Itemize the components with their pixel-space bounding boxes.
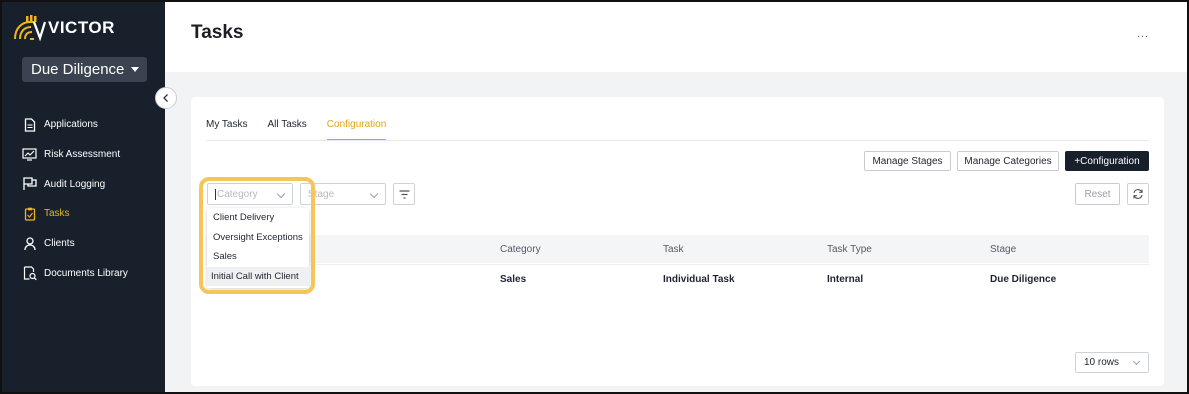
document-search-icon [22,266,37,281]
refresh-button[interactable] [1127,183,1149,205]
stage-filter-placeholder: Stage [308,188,335,200]
stage-filter-select[interactable]: Stage [300,183,386,205]
chevron-down-icon [369,189,379,199]
sidebar-item-audit-logging[interactable]: Audit Logging [2,169,165,199]
rows-per-page-value: 10 rows [1084,357,1120,368]
sidebar-item-clients[interactable]: Clients [2,229,165,259]
column-header-stage[interactable]: Stage [990,244,1016,255]
module-select[interactable]: Due Diligence [22,57,147,82]
user-icon [22,236,37,251]
cell-task: Individual Task [663,274,735,285]
brand-logo[interactable]: VICTOR [12,14,115,42]
cell-stage: Due Diligence [990,274,1057,285]
category-filter-select[interactable]: Category [207,183,293,205]
reset-button[interactable]: Reset [1075,183,1120,205]
tasks-icon [22,206,37,221]
caret-down-icon [131,67,140,72]
page-header: Tasks ... [165,2,1187,72]
column-header-category[interactable]: Category [500,244,541,255]
chevron-down-icon [276,189,286,199]
add-configuration-button[interactable]: +Configuration [1065,151,1149,171]
text-cursor [215,188,216,200]
sidebar-item-label: Audit Logging [44,178,106,190]
tab-all-tasks[interactable]: All Tasks [268,119,307,141]
category-dropdown-menu: Client Delivery Oversight Exceptions Sal… [207,208,309,288]
sidebar-item-tasks[interactable]: Tasks [2,199,165,229]
chevron-down-icon [1132,357,1141,366]
more-options-button[interactable]: ... [1137,28,1149,40]
filter-icon [399,189,409,199]
chevron-left-icon [163,94,168,102]
refresh-icon [1133,189,1143,199]
filter-button[interactable] [393,183,415,205]
module-select-value: Due Diligence [31,61,125,78]
sidebar-item-applications[interactable]: Applications [2,110,165,140]
sidebar-item-label: Risk Assessment [44,149,121,161]
column-header-task-type[interactable]: Task Type [827,244,872,255]
category-option-initial-call-with-client[interactable]: Initial Call with Client [207,266,309,286]
category-filter-placeholder: Category [217,188,258,200]
category-option-oversight-exceptions[interactable]: Oversight Exceptions [207,228,309,248]
table-row[interactable]: Sales Individual Task Internal Due Dilig… [206,264,1149,292]
sidebar-item-label: Applications [44,119,98,131]
flag-icon [22,177,37,192]
chart-monitor-icon [22,147,37,162]
sidebar-item-documents-library[interactable]: Documents Library [2,258,165,288]
app-window: VICTOR Due Diligence Applications Risk A… [0,0,1189,394]
brand-name: VICTOR [48,18,115,37]
tab-divider [206,140,1149,141]
manage-stages-button[interactable]: Manage Stages [864,151,951,171]
category-option-sales[interactable]: Sales [207,247,309,267]
table-header: Category Task Task Type Stage [206,235,1149,263]
column-header-task[interactable]: Task [663,244,684,255]
sidebar-item-label: Documents Library [44,267,128,279]
sidebar-nav: Applications Risk Assessment Audit Loggi… [2,110,165,288]
page-title: Tasks [191,22,244,43]
manage-categories-button[interactable]: Manage Categories [957,151,1059,171]
collapse-sidebar-button[interactable] [155,87,177,109]
tab-my-tasks[interactable]: My Tasks [206,119,248,141]
sidebar: VICTOR Due Diligence Applications Risk A… [2,2,165,392]
document-icon [22,117,37,132]
cell-task-type: Internal [827,274,864,285]
sidebar-item-risk-assessment[interactable]: Risk Assessment [2,140,165,170]
tab-bar: My Tasks All Tasks Configuration [206,119,406,141]
tab-configuration[interactable]: Configuration [326,119,387,141]
cell-category: Sales [500,274,527,285]
victor-logo-icon [14,15,46,42]
category-option-client-delivery[interactable]: Client Delivery [207,208,309,228]
sidebar-item-label: Tasks [44,208,70,220]
rows-per-page-select[interactable]: 10 rows [1075,352,1149,373]
sidebar-item-label: Clients [44,238,75,250]
